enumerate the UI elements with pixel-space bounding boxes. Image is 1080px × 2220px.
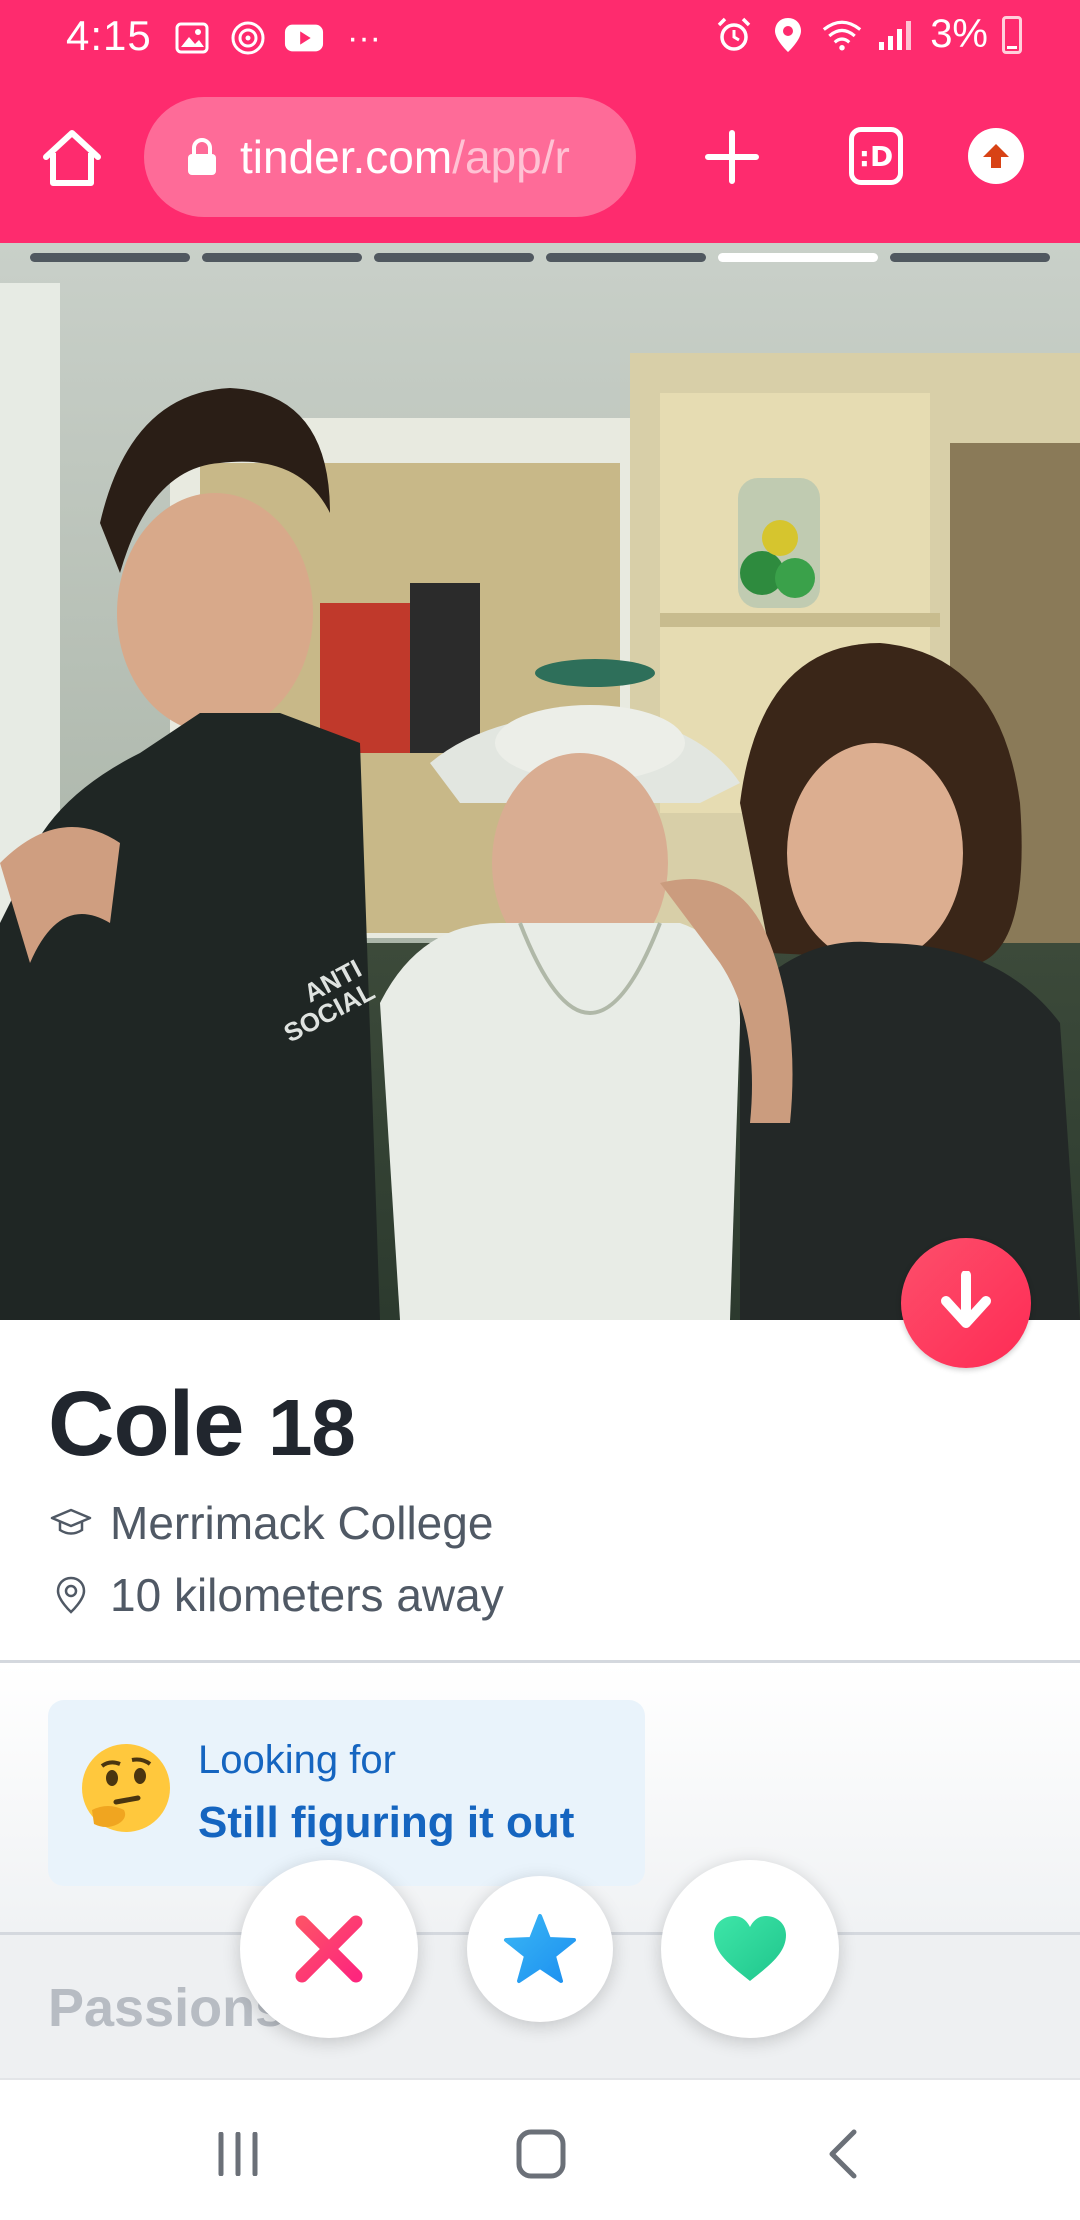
browser-home-button[interactable] bbox=[40, 127, 104, 191]
profile-name: Cole bbox=[48, 1373, 244, 1475]
super-like-button[interactable] bbox=[467, 1876, 613, 2022]
photo-illustration: ANTI SOCIAL bbox=[0, 243, 1080, 1320]
new-tab-button[interactable] bbox=[702, 127, 762, 187]
location-icon bbox=[768, 15, 808, 55]
home-icon bbox=[516, 2129, 566, 2179]
photo-progress-segment[interactable] bbox=[30, 253, 190, 262]
looking-for-card: Looking for Still figuring it out bbox=[48, 1700, 645, 1886]
recents-button[interactable] bbox=[208, 2124, 268, 2184]
like-button[interactable] bbox=[661, 1860, 839, 2038]
looking-for-value: Still figuring it out bbox=[198, 1798, 575, 1847]
update-icon[interactable] bbox=[968, 128, 1024, 184]
star-icon bbox=[504, 1914, 576, 1983]
looking-for-label: Looking for bbox=[198, 1738, 396, 1782]
system-nav-bar bbox=[0, 2078, 1080, 2220]
profile-name-age: Cole 18 bbox=[48, 1372, 356, 1477]
tab-switcher-button[interactable]: :D bbox=[849, 127, 903, 185]
graduation-cap-icon bbox=[50, 1502, 92, 1544]
photo-progress-segment[interactable] bbox=[202, 253, 362, 262]
youtube-icon bbox=[284, 18, 324, 58]
vpn-icon bbox=[228, 18, 268, 58]
alarm-icon bbox=[714, 15, 754, 55]
thinking-face-icon bbox=[78, 1740, 174, 1836]
back-button[interactable] bbox=[812, 2124, 872, 2184]
nope-button[interactable] bbox=[240, 1860, 418, 2038]
lock-icon bbox=[186, 137, 218, 177]
nope-x-icon bbox=[295, 1915, 363, 1983]
battery-icon bbox=[1002, 15, 1022, 54]
arrow-down-icon bbox=[941, 1271, 991, 1328]
expand-profile-button[interactable] bbox=[901, 1238, 1031, 1368]
home-nav-button[interactable] bbox=[511, 2124, 571, 2184]
photo-progress-segment[interactable] bbox=[374, 253, 534, 262]
profile-photo[interactable]: ANTI SOCIAL bbox=[0, 243, 1080, 1320]
school-row: Merrimack College bbox=[50, 1496, 493, 1550]
photo-progress-segment[interactable] bbox=[718, 253, 878, 262]
browser-toolbar: tinder.com/app/r :D bbox=[0, 75, 1080, 243]
wifi-icon bbox=[822, 15, 862, 55]
address-bar[interactable]: tinder.com/app/r bbox=[144, 97, 636, 217]
image-icon bbox=[172, 18, 212, 58]
status-time: 4:15 bbox=[66, 12, 152, 59]
back-icon bbox=[829, 2129, 857, 2179]
distance-text: 10 kilometers away bbox=[110, 1569, 504, 1621]
photo-progress-segment[interactable] bbox=[546, 253, 706, 262]
profile-age: 18 bbox=[267, 1383, 356, 1472]
status-bar: 4:15 ··· 3% bbox=[0, 0, 1080, 75]
distance-row: 10 kilometers away bbox=[50, 1568, 504, 1622]
photo-progress-segment[interactable] bbox=[890, 253, 1050, 262]
heart-icon bbox=[714, 1916, 786, 1981]
photo-progress-bar bbox=[30, 253, 1050, 262]
school-name: Merrimack College bbox=[110, 1497, 494, 1549]
signal-icon bbox=[876, 15, 916, 55]
location-pin-icon bbox=[50, 1574, 92, 1616]
recents-icon bbox=[218, 2132, 258, 2176]
url-path: /app/r bbox=[452, 131, 570, 183]
url-host: tinder.com bbox=[240, 131, 453, 183]
battery-percent: 3% bbox=[930, 12, 988, 56]
more-icon: ··· bbox=[347, 18, 381, 57]
